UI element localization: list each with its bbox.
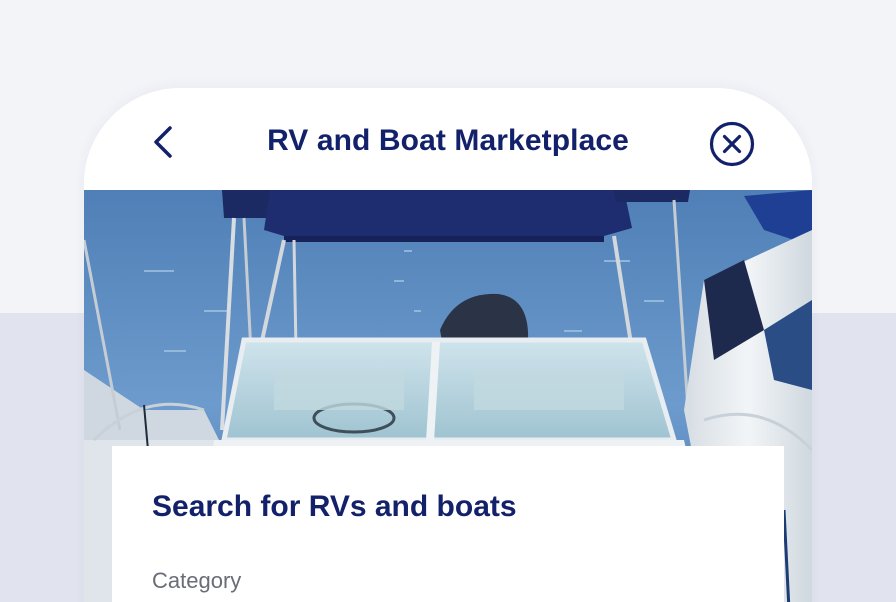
- close-button[interactable]: [708, 120, 756, 168]
- category-label: Category: [152, 568, 242, 593]
- phone-frame: RV and Boat Marketplace Search for RVs a…: [84, 88, 812, 602]
- search-card-title: Search for RVs and boats: [152, 490, 517, 523]
- page-title: RV and Boat Marketplace: [267, 124, 629, 157]
- app-header: RV and Boat Marketplace: [84, 88, 812, 190]
- search-card: Search for RVs and boats Category: [112, 446, 784, 602]
- close-circle-icon: [709, 121, 755, 167]
